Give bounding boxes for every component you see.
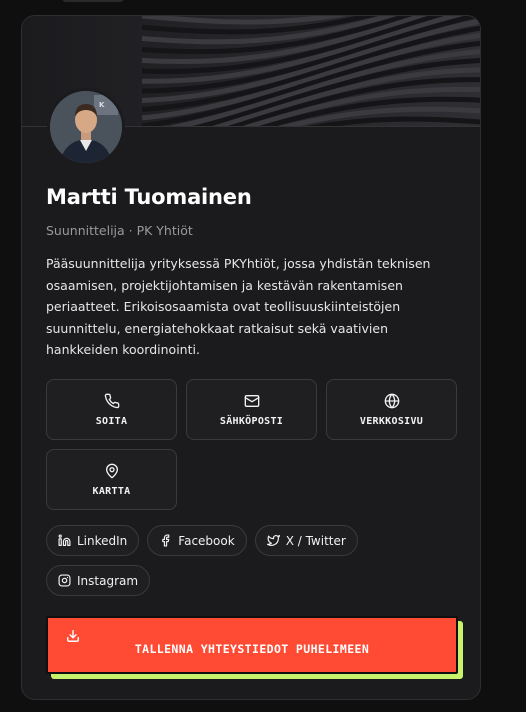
map-button-label: KARTTA xyxy=(92,485,131,497)
facebook-label: Facebook xyxy=(178,533,235,548)
facebook-icon xyxy=(162,534,170,547)
person-photo-icon: K xyxy=(50,91,122,163)
call-button-label: SOITA xyxy=(95,415,128,427)
save-contact-area: TALLENNA YHTEYSTIEDOT PUHELIMEEN xyxy=(46,616,463,679)
facebook-link[interactable]: Facebook xyxy=(147,525,247,556)
instagram-label: Instagram xyxy=(77,573,139,588)
map-pin-icon xyxy=(105,463,118,478)
linkedin-icon xyxy=(58,534,71,546)
svg-text:K: K xyxy=(99,101,105,109)
save-contact-button[interactable]: TALLENNA YHTEYSTIEDOT PUHELIMEEN xyxy=(46,616,458,674)
twitter-label: X / Twitter xyxy=(285,533,346,548)
profile-subtitle: Suunnittelija · PK Yhtiöt xyxy=(46,223,193,238)
profile-bio: Pääsuunnittelija yrityksessä PKYhtiöt, j… xyxy=(46,256,431,357)
twitter-link[interactable]: X / Twitter xyxy=(254,525,358,556)
profile-name: Martti Tuomainen xyxy=(46,185,252,209)
instagram-link[interactable]: Instagram xyxy=(46,565,151,596)
save-contact-label: TALLENNA YHTEYSTIEDOT PUHELIMEEN xyxy=(134,642,370,656)
twitter-icon xyxy=(266,535,280,546)
social-links: LinkedIn Facebook X / Twitter Instagram xyxy=(46,525,458,596)
map-button[interactable]: KARTTA xyxy=(46,449,177,510)
website-button[interactable]: VERKKOSIVU xyxy=(326,379,457,440)
linkedin-label: LinkedIn xyxy=(77,533,128,548)
call-button[interactable]: SOITA xyxy=(46,379,177,440)
avatar: K xyxy=(47,88,125,166)
instagram-icon xyxy=(58,574,71,587)
download-icon xyxy=(67,630,79,642)
mail-icon xyxy=(244,394,259,407)
linkedin-link[interactable]: LinkedIn xyxy=(46,525,140,556)
profile-card: K Martti Tuomainen Suunnittelija · PK Yh… xyxy=(21,15,481,700)
website-button-label: VERKKOSIVU xyxy=(359,415,424,427)
action-buttons: SOITA SÄHKÖPOSTI VERKKOSIVU KARTTA xyxy=(46,379,458,510)
globe-icon xyxy=(384,393,399,408)
email-button-label: SÄHKÖPOSTI xyxy=(219,415,284,427)
phone-icon xyxy=(104,393,119,408)
email-button[interactable]: SÄHKÖPOSTI xyxy=(186,379,317,440)
top-tab-stub xyxy=(62,0,124,2)
